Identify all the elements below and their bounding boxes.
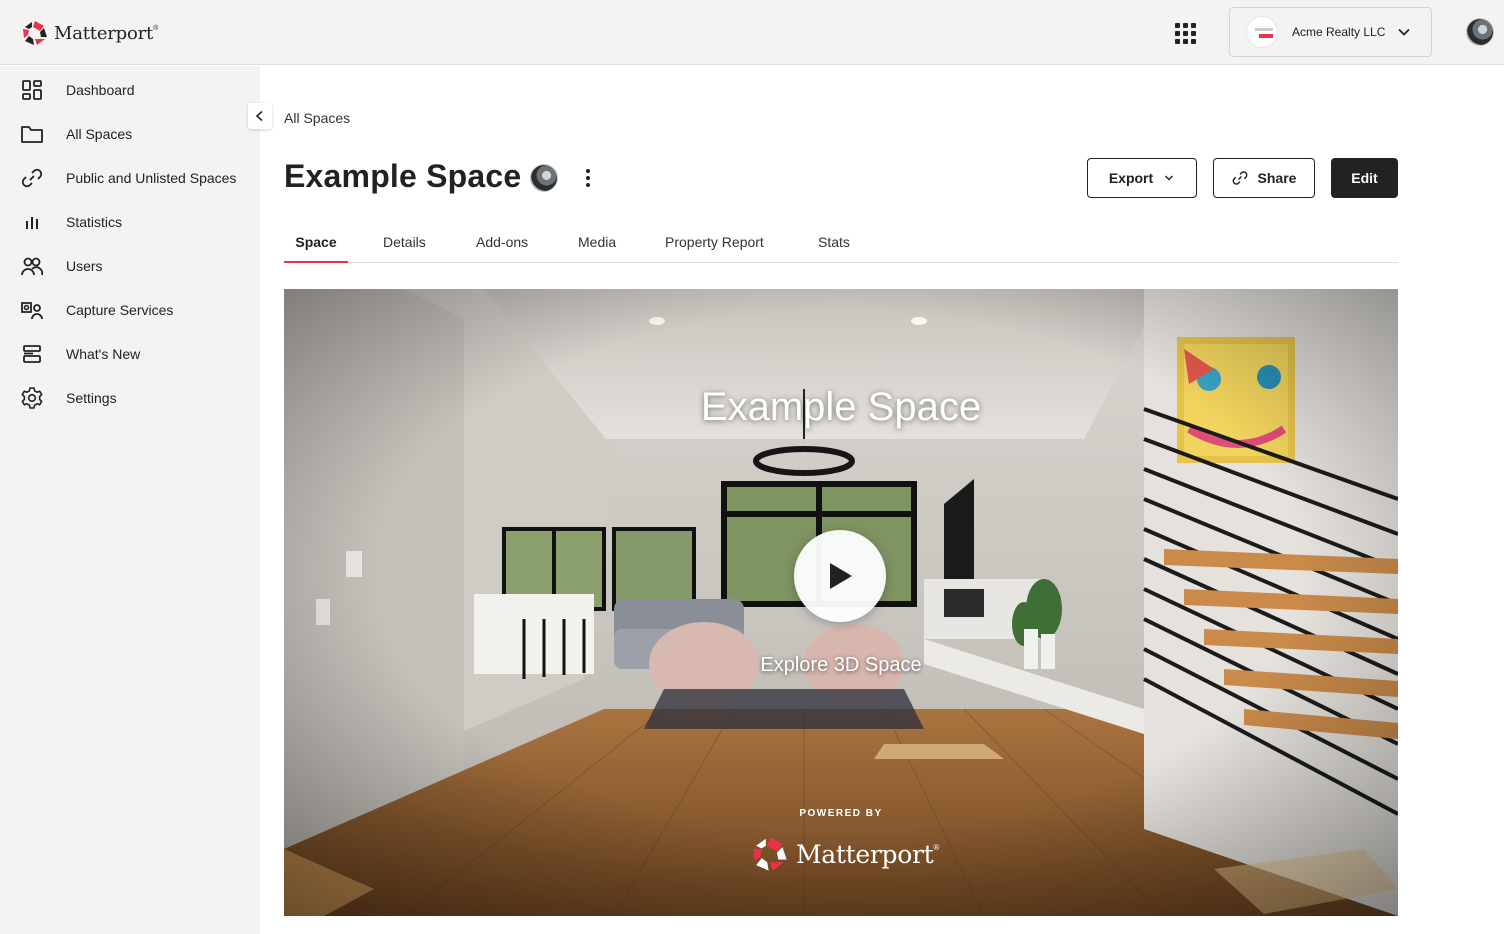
sidebar-item-public-unlisted-spaces[interactable]: Public and Unlisted Spaces xyxy=(0,156,260,200)
matterport-mark-icon xyxy=(23,21,47,45)
export-button[interactable]: Export xyxy=(1087,158,1197,198)
trademark-mark: ® xyxy=(153,24,159,32)
gear-icon xyxy=(20,386,44,410)
sidebar-item-label: What's New xyxy=(66,346,141,362)
play-icon xyxy=(830,563,852,589)
sidebar-item-label: Users xyxy=(66,258,103,274)
matterport-mark-icon xyxy=(753,837,787,871)
sidebar-item-label: All Spaces xyxy=(66,126,133,142)
apps-grid-icon xyxy=(1174,22,1180,28)
sidebar: Dashboard All Spaces Public and Unlisted… xyxy=(0,66,260,934)
hero-matterport-logo: Matterport ® xyxy=(752,835,939,873)
folder-icon xyxy=(20,122,44,146)
kebab-icon xyxy=(586,169,590,173)
tab-details[interactable]: Details xyxy=(383,222,426,262)
brand-name: Matterport xyxy=(54,22,154,44)
collapse-sidebar-button[interactable] xyxy=(248,103,272,129)
sidebar-item-label: Settings xyxy=(66,390,117,406)
user-avatar[interactable] xyxy=(1466,18,1494,46)
space-3d-preview[interactable]: Example Space Explore 3D Space POWERED B… xyxy=(284,289,1398,916)
sidebar-item-label: Dashboard xyxy=(66,82,135,98)
dashboard-icon xyxy=(20,78,44,102)
share-label: Share xyxy=(1257,170,1297,186)
bar-chart-icon xyxy=(20,210,44,234)
matterport-logo[interactable]: Matterport ® xyxy=(22,19,158,47)
export-label: Export xyxy=(1108,170,1154,186)
hero-space-title: Example Space xyxy=(700,385,982,429)
sidebar-item-label: Public and Unlisted Spaces xyxy=(66,170,237,186)
sidebar-item-all-spaces[interactable]: All Spaces xyxy=(0,112,260,156)
tab-property-report[interactable]: Property Report xyxy=(665,222,764,262)
tab-add-ons[interactable]: Add-ons xyxy=(476,222,528,262)
chevron-down-icon xyxy=(1398,28,1411,36)
link-icon xyxy=(1232,171,1247,185)
organization-switcher[interactable]: Acme Realty LLC xyxy=(1229,7,1432,57)
sidebar-item-dashboard[interactable]: Dashboard xyxy=(0,68,260,112)
tab-space[interactable]: Space xyxy=(284,222,348,263)
tab-stats[interactable]: Stats xyxy=(818,222,850,262)
org-name: Acme Realty LLC xyxy=(1292,25,1386,39)
hero-brand-name: Matterport xyxy=(796,839,934,869)
tab-media[interactable]: Media xyxy=(578,222,616,262)
chevron-down-icon xyxy=(1165,175,1174,181)
sidebar-item-capture-services[interactable]: Capture Services xyxy=(0,288,260,332)
whats-new-icon xyxy=(20,342,44,366)
page-title: Example Space xyxy=(284,158,522,194)
powered-by-label: POWERED BY xyxy=(799,808,883,819)
space-tabs: Space Details Add-ons Media Property Rep… xyxy=(284,222,1398,263)
apps-grid-button[interactable] xyxy=(1172,20,1198,46)
share-button[interactable]: Share xyxy=(1213,158,1315,198)
sidebar-item-label: Statistics xyxy=(66,214,123,230)
sidebar-item-users[interactable]: Users xyxy=(0,244,260,288)
sidebar-item-settings[interactable]: Settings xyxy=(0,376,260,420)
owner-avatar xyxy=(530,164,558,192)
top-bar: Matterport ® Acme Realty LLC xyxy=(0,0,1504,65)
edit-button[interactable]: Edit xyxy=(1331,158,1398,198)
more-options-button[interactable] xyxy=(578,166,598,190)
sidebar-item-label: Capture Services xyxy=(66,302,174,318)
trademark-mark: ® xyxy=(933,842,940,852)
link-icon xyxy=(20,166,44,190)
sidebar-item-whats-new[interactable]: What's New xyxy=(0,332,260,376)
play-3d-tour-button[interactable] xyxy=(794,530,886,622)
org-logo xyxy=(1246,16,1278,48)
sidebar-item-statistics[interactable]: Statistics xyxy=(0,200,260,244)
capture-services-icon xyxy=(20,298,44,322)
breadcrumb-all-spaces[interactable]: All Spaces xyxy=(284,110,350,126)
users-icon xyxy=(20,254,44,278)
chevron-left-icon xyxy=(255,110,263,122)
explore-3d-label: Explore 3D Space xyxy=(760,654,922,676)
